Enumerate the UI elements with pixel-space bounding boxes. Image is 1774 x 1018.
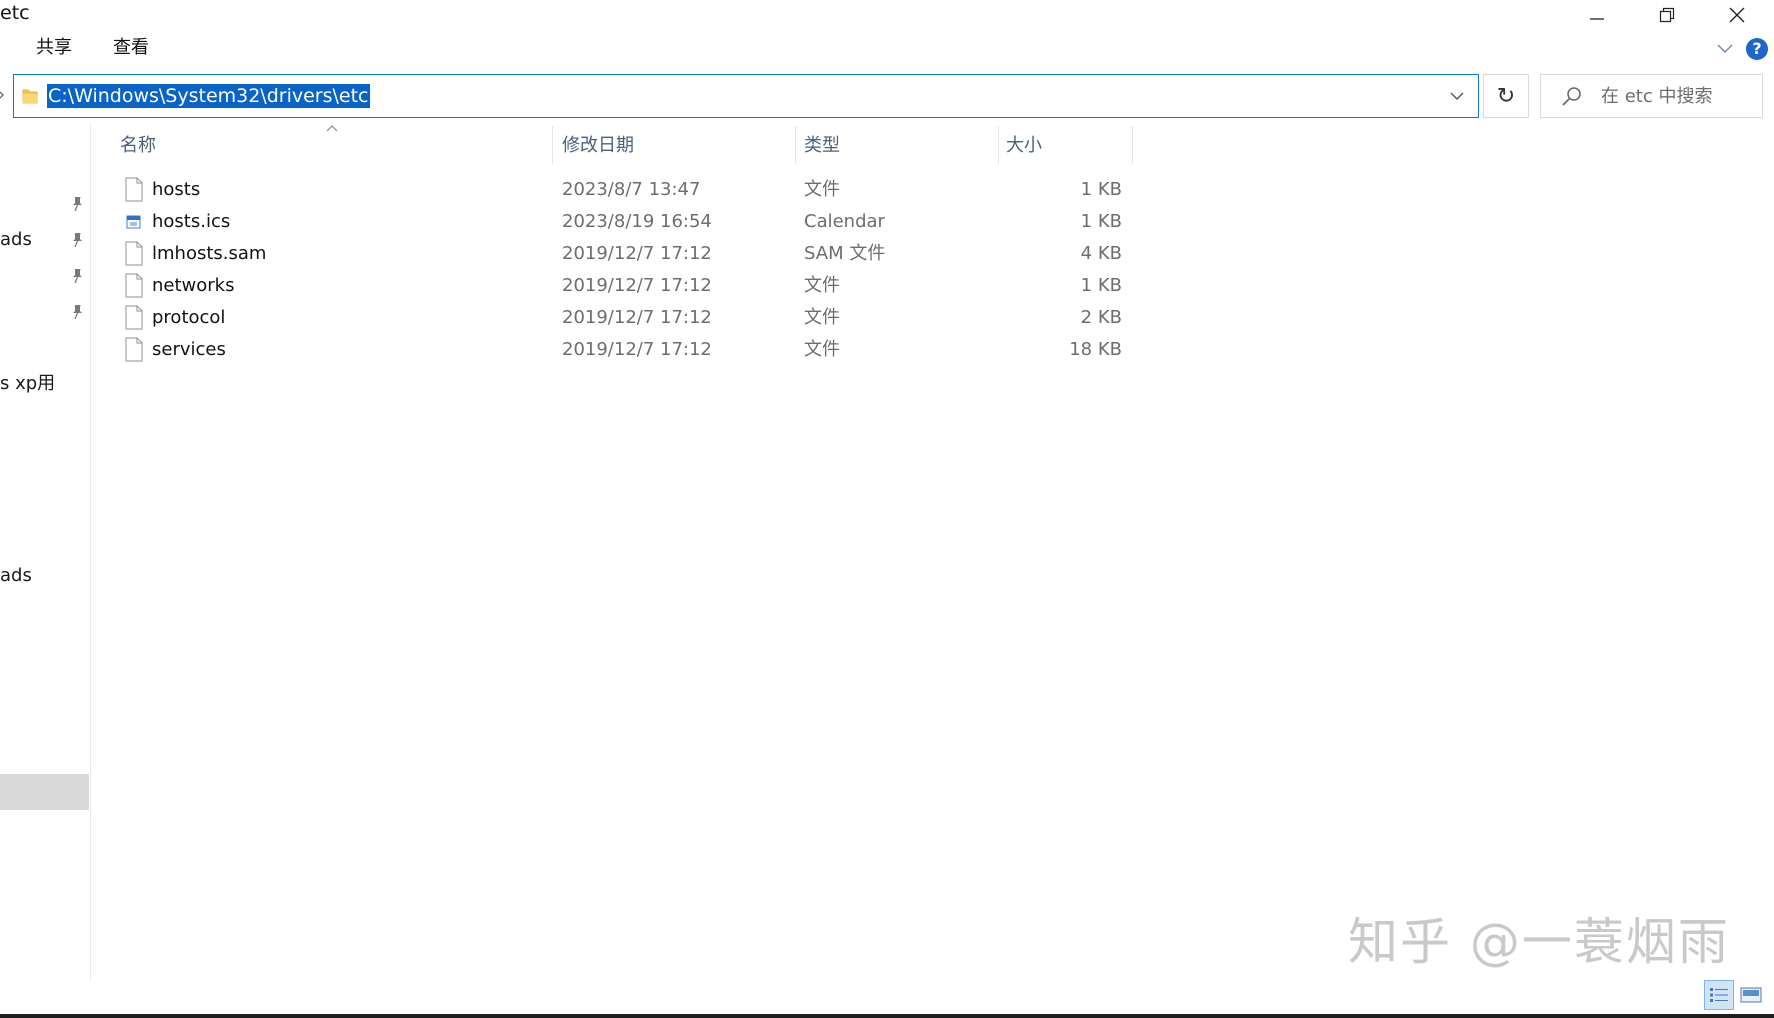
file-type: 文件: [804, 275, 840, 296]
file-date: 2019/12/7 17:12: [562, 243, 712, 264]
search-icon: [1562, 87, 1581, 106]
folder-icon: [22, 89, 38, 104]
ribbon-expand-button[interactable]: [1712, 36, 1738, 62]
file-size: 1 KB: [1080, 211, 1122, 232]
window-title: etc: [0, 2, 30, 24]
address-bar[interactable]: C:\Windows\System32\drivers\etc: [13, 74, 1479, 118]
blank-file-icon: [125, 177, 143, 202]
file-name[interactable]: hosts.ics: [152, 210, 230, 234]
file-type: 文件: [804, 179, 840, 200]
file-row[interactable]: hosts 2023/8/7 13:47 文件 1 KB: [112, 174, 1132, 206]
refresh-icon: ↻: [1496, 83, 1516, 109]
nav-item-downloads-2[interactable]: ads: [0, 564, 32, 588]
file-type: 文件: [804, 307, 840, 328]
file-row[interactable]: services 2019/12/7 17:12 文件 18 KB: [112, 334, 1132, 366]
file-type: Calendar: [804, 211, 885, 232]
pin-icon[interactable]: [70, 232, 84, 248]
pin-icon[interactable]: [70, 196, 84, 212]
minimize-icon: [1590, 18, 1604, 20]
column-header-date[interactable]: 修改日期: [562, 134, 634, 158]
column-separator[interactable]: [1132, 126, 1133, 164]
address-path[interactable]: C:\Windows\System32\drivers\etc: [47, 84, 370, 108]
watermark: 知乎 @一蓑烟雨: [1348, 913, 1730, 971]
column-separator[interactable]: [795, 126, 796, 164]
help-button[interactable]: ?: [1744, 36, 1770, 62]
close-icon: [1729, 7, 1745, 23]
calendar-file-icon: [126, 215, 141, 229]
details-view-button[interactable]: [1704, 980, 1734, 1010]
file-size: 1 KB: [1080, 179, 1122, 200]
restore-icon: [1659, 7, 1675, 23]
file-size: 1 KB: [1080, 275, 1122, 296]
file-size: 2 KB: [1080, 307, 1122, 328]
file-row[interactable]: protocol 2019/12/7 17:12 文件 2 KB: [112, 302, 1132, 334]
file-name[interactable]: hosts: [152, 178, 200, 202]
file-name[interactable]: protocol: [152, 306, 225, 330]
chevron-down-icon: [1717, 44, 1733, 53]
blank-file-icon: [125, 241, 143, 266]
large-icons-view-icon: [1740, 987, 1762, 1003]
column-separator[interactable]: [552, 126, 553, 164]
column-header-type[interactable]: 类型: [804, 134, 840, 158]
column-header-size[interactable]: 大小: [1006, 134, 1042, 158]
taskbar-edge: [0, 1014, 1774, 1018]
address-bar-edge: [0, 74, 10, 118]
file-type: SAM 文件: [804, 243, 886, 264]
file-name[interactable]: lmhosts.sam: [152, 242, 266, 266]
file-type: 文件: [804, 339, 840, 360]
blank-file-icon: [125, 273, 143, 298]
sort-ascending-icon: [326, 125, 338, 132]
address-history-dropdown[interactable]: [1446, 85, 1468, 107]
nav-item-downloads[interactable]: ads: [0, 228, 32, 252]
search-placeholder: 在 etc 中搜索: [1601, 86, 1713, 107]
blank-file-icon: [125, 305, 143, 330]
search-input[interactable]: 在 etc 中搜索: [1540, 74, 1763, 118]
nav-divider: [90, 122, 91, 982]
minimize-button[interactable]: [1562, 0, 1632, 30]
file-date: 2019/12/7 17:12: [562, 275, 712, 296]
file-row[interactable]: lmhosts.sam 2019/12/7 17:12 SAM 文件 4 KB: [112, 238, 1132, 270]
help-icon: ?: [1746, 38, 1768, 60]
file-size: 4 KB: [1080, 243, 1122, 264]
file-name[interactable]: services: [152, 338, 226, 362]
nav-item-xp[interactable]: s xp用: [0, 372, 55, 396]
pin-icon[interactable]: [70, 304, 84, 320]
file-date: 2019/12/7 17:12: [562, 339, 712, 360]
file-date: 2019/12/7 17:12: [562, 307, 712, 328]
close-button[interactable]: [1702, 0, 1772, 30]
file-name[interactable]: networks: [152, 274, 234, 298]
column-header-name[interactable]: 名称: [120, 134, 156, 158]
column-separator[interactable]: [998, 126, 999, 164]
blank-file-icon: [125, 337, 143, 362]
details-view-icon: [1710, 988, 1728, 1002]
pin-icon[interactable]: [70, 268, 84, 284]
tab-view[interactable]: 查看: [107, 36, 155, 60]
file-date: 2023/8/7 13:47: [562, 179, 701, 200]
chevron-down-icon: [1450, 92, 1464, 100]
file-date: 2023/8/19 16:54: [562, 211, 712, 232]
tab-share[interactable]: 共享: [30, 36, 78, 60]
file-row[interactable]: hosts.ics 2023/8/19 16:54 Calendar 1 KB: [112, 206, 1132, 238]
restore-button[interactable]: [1632, 0, 1702, 30]
file-row[interactable]: networks 2019/12/7 17:12 文件 1 KB: [112, 270, 1132, 302]
refresh-button[interactable]: ↻: [1483, 74, 1529, 118]
file-size: 18 KB: [1069, 339, 1122, 360]
nav-item-selected[interactable]: [0, 774, 89, 810]
large-icons-view-button[interactable]: [1736, 980, 1766, 1010]
